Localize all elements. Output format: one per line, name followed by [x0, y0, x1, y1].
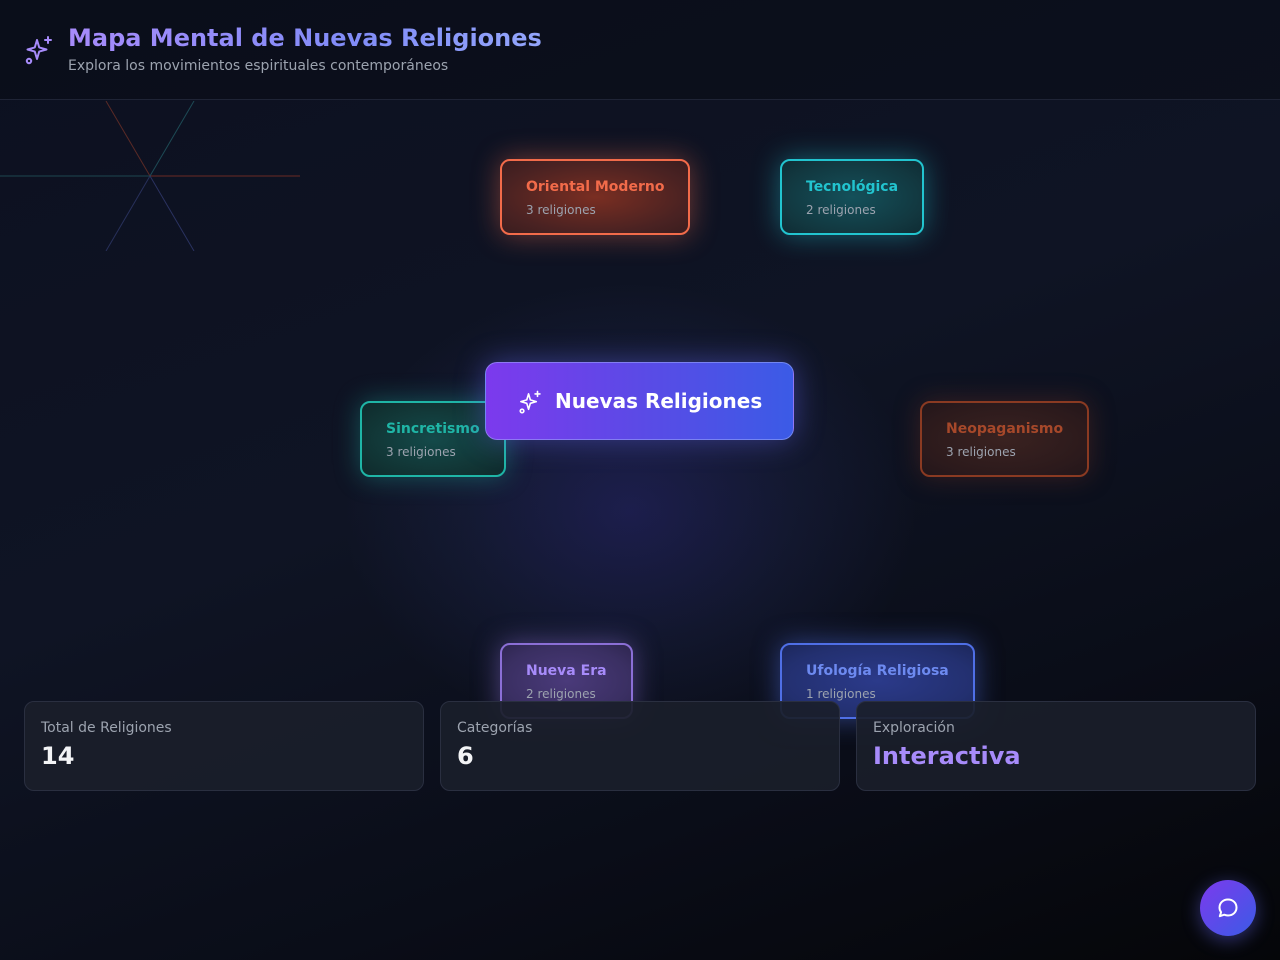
category-count: 1 religiones [806, 687, 876, 701]
stat-card-total: Total de Religiones 14 [24, 701, 424, 791]
chat-bubble-icon [1218, 898, 1238, 918]
app-header: Mapa Mental de Nuevas Religiones Explora… [0, 0, 1280, 100]
category-node-oriental-moderno[interactable]: Oriental Moderno 3 religiones [500, 159, 690, 235]
decorative-connector-lines [0, 101, 300, 251]
category-count: 3 religiones [946, 445, 1016, 459]
stat-label: Total de Religiones [41, 720, 172, 736]
stat-value: 6 [457, 742, 474, 770]
mind-map-canvas: Oriental Moderno 3 religiones Tecnológic… [0, 101, 1280, 960]
category-title: Ufología Religiosa [806, 663, 949, 679]
stat-label: Categorías [457, 720, 533, 736]
category-count: 2 religiones [526, 687, 596, 701]
center-node[interactable]: Nuevas Religiones [485, 362, 794, 440]
sparkles-icon [25, 36, 52, 65]
category-title: Sincretismo [386, 421, 480, 437]
category-node-tecnologica[interactable]: Tecnológica 2 religiones [780, 159, 924, 235]
category-count: 3 religiones [526, 203, 596, 217]
category-count: 2 religiones [806, 203, 876, 217]
category-node-neopaganismo[interactable]: Neopaganismo 3 religiones [920, 401, 1089, 477]
stat-label: Exploración [873, 720, 955, 736]
stat-value: Interactiva [873, 742, 1021, 770]
stat-card-categories: Categorías 6 [440, 701, 840, 791]
stat-value: 14 [41, 742, 75, 770]
page-title: Mapa Mental de Nuevas Religiones [68, 24, 542, 52]
page-subtitle: Explora los movimientos espirituales con… [68, 58, 449, 74]
category-title: Tecnológica [806, 179, 899, 195]
category-title: Oriental Moderno [526, 179, 665, 195]
category-title: Neopaganismo [946, 421, 1064, 437]
category-title: Nueva Era [526, 663, 607, 679]
stat-card-exploration: Exploración Interactiva [856, 701, 1256, 791]
sparkles-icon [519, 390, 541, 414]
chat-button[interactable] [1200, 880, 1256, 936]
category-count: 3 religiones [386, 445, 456, 459]
center-node-label: Nuevas Religiones [555, 389, 763, 413]
